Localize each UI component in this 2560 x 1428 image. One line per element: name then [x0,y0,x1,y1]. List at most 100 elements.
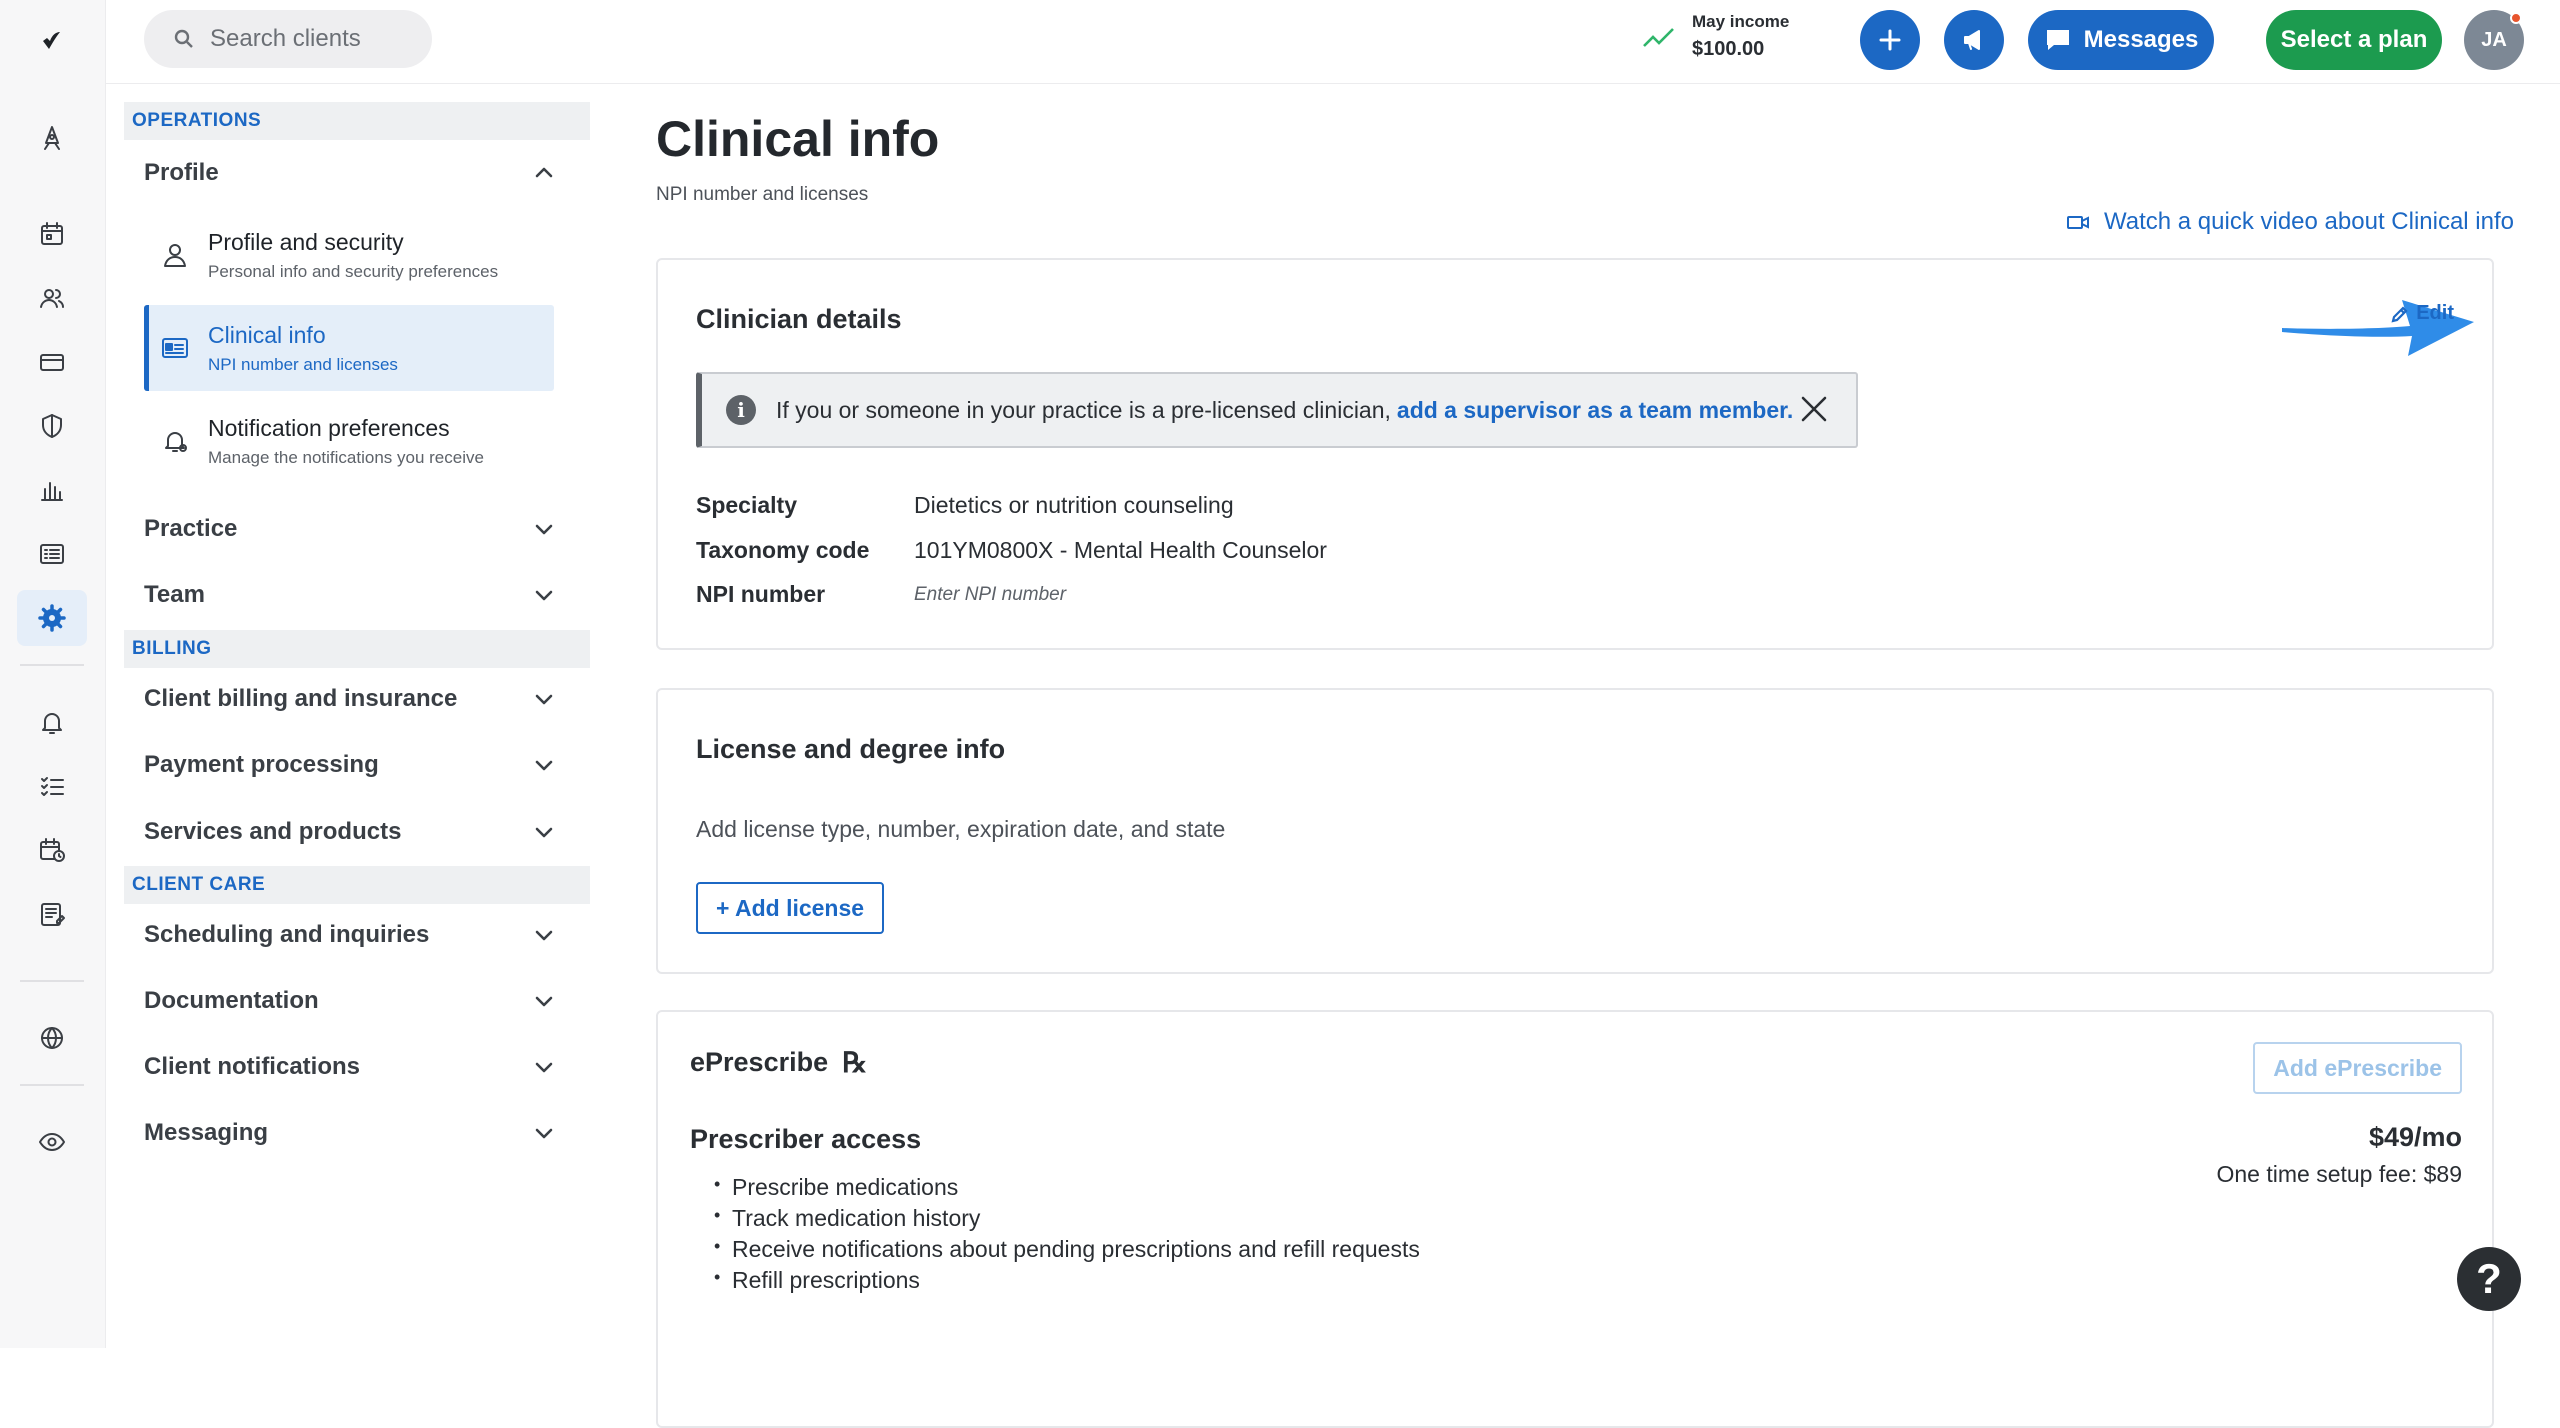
megaphone-icon [1964,30,1980,50]
bell-settings-icon [165,432,187,452]
notes-icon[interactable] [17,886,87,942]
chevron-down-icon [535,760,553,771]
messages-button[interactable]: Messages [2028,10,2214,70]
main-content: Clinical info NPI number and licenses Wa… [586,84,2560,1428]
detail-row-npi: NPI number Enter NPI number [696,581,1066,608]
nav-group-label: Team [144,581,205,608]
income-summary[interactable]: May income $100.00 [1642,12,1789,61]
select-plan-label: Select a plan [2280,26,2428,53]
message-bubble-icon [2046,30,2069,50]
bell-icon[interactable] [17,694,87,750]
nav-group-team[interactable]: Team [144,573,556,617]
eye-icon[interactable] [17,1114,87,1170]
detail-row-taxonomy: Taxonomy code 101YM0800X - Mental Health… [696,537,1327,564]
nav-group-client-notifications[interactable]: Client notifications [144,1045,556,1089]
clients-icon[interactable] [17,270,87,326]
section-header-client-care: CLIENT CARE [124,866,590,904]
nav-item-title: Profile and security [208,228,404,255]
watch-video-link[interactable]: Watch a quick video about Clinical info [2066,208,2514,236]
add-supervisor-link[interactable]: add a supervisor as a team member. [1397,397,1793,424]
rocket-icon[interactable] [17,110,87,166]
logo-icon[interactable] [17,14,87,70]
edit-label: Edit [2416,302,2454,324]
list-icon[interactable] [17,526,87,582]
list-item: Refill prescriptions [714,1267,1420,1298]
nav-group-profile[interactable]: Profile [144,151,556,195]
income-label: May income [1692,12,1790,31]
nav-item-desc: NPI number and licenses [208,354,398,374]
messages-label: Messages [2083,26,2199,53]
pencil-icon [2391,305,2408,323]
list-item: Receive notifications about pending pres… [714,1236,1420,1267]
rail-divider [20,980,84,982]
nav-group-client-billing[interactable]: Client billing and insurance [144,677,556,721]
npi-placeholder: Enter NPI number [914,584,1067,605]
card-title: License and degree info [696,734,1006,764]
list-item: Track medication history [714,1205,1420,1236]
person-icon [164,244,186,267]
nav-group-services-products[interactable]: Services and products [144,810,556,854]
prescriber-access-title: Prescriber access [690,1124,922,1154]
avatar-initials: JA [2481,28,2507,51]
nav-item-profile-and-security[interactable]: Profile and security Personal info and s… [144,212,554,298]
trend-up-icon [1643,27,1674,47]
search-box[interactable] [144,10,432,68]
calendar-clock-icon[interactable] [17,822,87,878]
nav-group-label: Payment processing [144,751,379,778]
settings-nav: OPERATIONS Profile Profile and security … [106,84,590,1348]
nav-item-notification-preferences[interactable]: Notification preferences Manage the noti… [144,398,554,484]
chevron-down-icon [535,524,553,535]
chevron-down-icon [535,930,553,941]
alert-text: If you or someone in your practice is a … [776,396,1391,423]
nav-group-practice[interactable]: Practice [144,507,556,551]
analytics-icon[interactable] [17,462,87,518]
chevron-down-icon [535,1062,553,1073]
page-title: Clinical info [656,111,940,167]
shield-icon[interactable] [17,398,87,454]
select-plan-button[interactable]: Select a plan [2266,10,2442,70]
nav-item-desc: Manage the notifications you receive [208,447,484,467]
announcements-button[interactable] [1944,10,2004,70]
plus-icon [1879,29,1901,51]
nav-group-payment-processing[interactable]: Payment processing [144,743,556,787]
nav-group-label: Profile [144,159,219,186]
search-icon [174,29,193,48]
video-camera-icon [2067,216,2089,229]
help-button[interactable]: ? [2457,1247,2521,1311]
nav-item-title: Notification preferences [208,414,450,441]
feature-list: Prescribe medications Track medication h… [714,1174,1420,1298]
nav-item-clinical-info[interactable]: Clinical info NPI number and licenses [144,305,554,391]
top-bar: May income $100.00 Messages Select a pla… [106,0,2560,84]
edit-button[interactable]: Edit [2390,302,2454,325]
id-card-icon [162,338,188,358]
card-title: Clinician details [696,304,902,334]
chevron-down-icon [535,1128,553,1139]
detail-key: NPI number [696,581,826,607]
avatar[interactable]: JA [2464,10,2524,70]
billing-card-icon[interactable] [17,334,87,390]
chevron-down-icon [535,694,553,705]
chevron-down-icon [535,996,553,1007]
add-button[interactable] [1860,10,1920,70]
search-input[interactable] [210,25,430,53]
close-alert-button[interactable] [1796,392,1832,428]
license-card: License and degree info Add license type… [656,688,2494,974]
nav-group-documentation[interactable]: Documentation [144,979,556,1023]
calendar-icon[interactable] [17,206,87,262]
nav-group-label: Services and products [144,818,402,845]
tasks-icon[interactable] [17,758,87,814]
nav-group-messaging[interactable]: Messaging [144,1111,556,1155]
globe-icon[interactable] [17,1010,87,1066]
nav-group-scheduling[interactable]: Scheduling and inquiries [144,913,556,957]
nav-group-label: Messaging [144,1119,269,1146]
add-license-button[interactable]: + Add license [696,882,885,934]
close-icon [1801,396,1827,421]
section-header-billing: BILLING [124,630,590,668]
nav-group-label: Scheduling and inquiries [144,921,430,948]
add-eprescribe-button[interactable]: Add ePrescribe [2253,1042,2462,1094]
settings-gear-icon[interactable] [17,590,87,646]
detail-value: Dietetics or nutrition counseling [914,492,1234,518]
notification-dot [2510,12,2522,24]
license-description: Add license type, number, expiration dat… [696,816,1226,842]
nav-group-label: Client billing and insurance [144,685,458,712]
